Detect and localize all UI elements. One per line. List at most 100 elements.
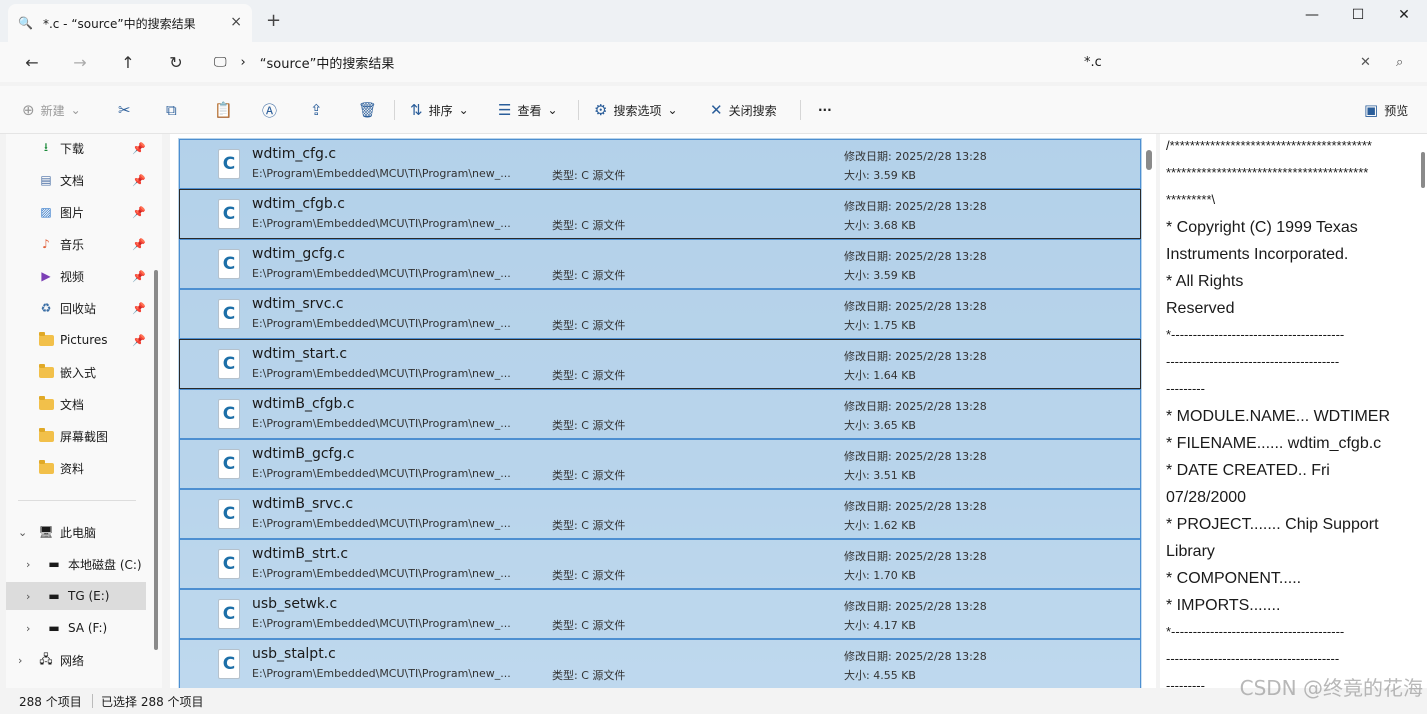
sidebar-item-label: 文档: [60, 173, 85, 188]
file-row[interactable]: CwdtimB_strt.c E:\Program\Embedded\MCU\TI…: [179, 539, 1141, 589]
download-icon: ⭳: [43, 139, 49, 154]
c-file-icon: C: [218, 299, 240, 329]
network-icon: 🖧: [39, 651, 53, 666]
sidebar-item[interactable]: › 🖧 网络: [6, 646, 146, 674]
back-button[interactable]: ←: [20, 50, 44, 74]
clear-search-icon[interactable]: ✕: [1360, 55, 1371, 70]
navigation-pane: ⭳ 下载 📌 ▤ 文档 📌 ▨ 图片 📌 ♪ 音乐 📌 ▶ 视频 📌 ♻ 回收站 📌 Pictures 📌 嵌入式 文档屏…: [6, 134, 162, 688]
share-icon: ⇪: [310, 101, 323, 119]
sidebar-item[interactable]: 屏幕截图: [6, 422, 146, 450]
breadcrumb-location[interactable]: “source”中的搜索结果: [260, 53, 395, 72]
cut-button[interactable]: ✂: [118, 98, 131, 122]
sort-button[interactable]: ⇅ 排序 ⌄: [410, 98, 469, 122]
chevron-down-icon: ⌄: [70, 103, 81, 117]
preview-text-line: Library: [1166, 543, 1215, 560]
sidebar-item-label: 文档: [60, 397, 85, 412]
sidebar-item[interactable]: › ▬ TG (E:): [6, 582, 146, 610]
chevron-right-icon[interactable]: ›: [26, 558, 30, 571]
chevron-down-icon: ⌄: [458, 103, 469, 117]
sidebar-scrollbar[interactable]: [154, 270, 158, 650]
file-row[interactable]: CwdtimB_gcfg.c E:\Program\Embedded\MCU\TI…: [179, 439, 1141, 489]
preview-text-line: ---------: [1166, 678, 1205, 688]
more-options-button[interactable]: ···: [818, 98, 832, 122]
forward-button[interactable]: →: [68, 50, 92, 74]
file-row[interactable]: Cusb_stalpt.c E:\Program\Embedded\MCU\TI\…: [179, 639, 1141, 688]
file-row[interactable]: Cwdtim_cfgb.c E:\Program\Embedded\MCU\TI\…: [179, 189, 1141, 239]
file-path: E:\Program\Embedded\MCU\TI\Program\new_.…: [252, 467, 511, 480]
minimize-button[interactable]: —: [1289, 0, 1335, 30]
search-icon[interactable]: ⌕: [1396, 55, 1403, 70]
sidebar-item[interactable]: 嵌入式: [6, 358, 146, 386]
share-button[interactable]: ⇪: [310, 98, 323, 122]
folder-icon: [38, 331, 54, 348]
close-search-label: 关闭搜索: [728, 103, 777, 118]
sidebar-item[interactable]: › ▬ SA (F:): [6, 614, 146, 642]
sidebar-item[interactable]: ♪ 音乐 📌: [6, 230, 146, 258]
file-row[interactable]: Cwdtim_cfg.c E:\Program\Embedded\MCU\TI\P…: [179, 139, 1141, 189]
sidebar-item[interactable]: 资料: [6, 454, 146, 482]
delete-button[interactable]: 🗑: [358, 98, 377, 122]
preview-scrollbar[interactable]: [1421, 152, 1425, 188]
sidebar-item[interactable]: ♻ 回收站 📌: [6, 294, 146, 322]
file-row[interactable]: Cwdtim_start.c E:\Program\Embedded\MCU\TI…: [179, 339, 1141, 389]
file-row[interactable]: CwdtimB_cfgb.c E:\Program\Embedded\MCU\TI…: [179, 389, 1141, 439]
pin-icon: 📌: [132, 173, 146, 187]
close-window-button[interactable]: ✕: [1381, 0, 1427, 30]
new-button[interactable]: ⊕ 新建 ⌄: [22, 98, 81, 122]
sidebar-item[interactable]: › ▬ 本地磁盘 (C:): [6, 550, 146, 578]
file-modified-date: 修改日期: 2025/2/28 13:28: [844, 450, 987, 463]
sidebar-item[interactable]: 文档: [6, 390, 146, 418]
chevron-down-icon[interactable]: ⌄: [18, 526, 27, 539]
file-size: 大小: 1.70 KB: [844, 569, 916, 582]
selected-count: 已选择 288 个项目: [101, 695, 204, 709]
sidebar-item[interactable]: ▨ 图片 📌: [6, 198, 146, 226]
sidebar-item[interactable]: ▤ 文档 📌: [6, 166, 146, 194]
preview-pane-button[interactable]: ▣ 预览: [1364, 98, 1408, 122]
preview-text-line: 07/28/2000: [1166, 489, 1247, 506]
preview-text-line: ****************************************: [1166, 165, 1369, 180]
up-button[interactable]: ↑: [116, 50, 140, 74]
chevron-down-icon: ⌄: [667, 103, 678, 117]
rename-button[interactable]: Ⓐ: [262, 98, 277, 122]
new-tab-button[interactable]: +: [266, 10, 281, 31]
close-search-button[interactable]: ✕ 关闭搜索: [710, 98, 777, 122]
tab-close-icon[interactable]: ×: [230, 14, 242, 30]
pin-icon: 📌: [132, 237, 146, 251]
chevron-right-icon[interactable]: ›: [18, 654, 22, 667]
file-list-scrollbar[interactable]: [1146, 150, 1152, 170]
file-row[interactable]: Cusb_setwk.c E:\Program\Embedded\MCU\TI\P…: [179, 589, 1141, 639]
search-options-button[interactable]: ⚙ 搜索选项 ⌄: [594, 98, 678, 122]
copy-icon: ⧉: [166, 101, 177, 119]
view-list-icon: ☰: [498, 101, 512, 119]
file-path: E:\Program\Embedded\MCU\TI\Program\new_.…: [252, 617, 511, 630]
tab-search-results[interactable]: 🔍 *.c - “source”中的搜索结果 ×: [8, 4, 252, 42]
file-type: 类型: C 源文件: [552, 219, 626, 232]
copy-button[interactable]: ⧉: [166, 98, 177, 122]
sidebar-item[interactable]: ⭳ 下载 📌: [6, 134, 146, 162]
file-name: wdtimB_strt.c: [252, 546, 349, 562]
chevron-right-icon[interactable]: ›: [26, 622, 30, 635]
file-row[interactable]: CwdtimB_srvc.c E:\Program\Embedded\MCU\TI…: [179, 489, 1141, 539]
file-row[interactable]: Cwdtim_srvc.c E:\Program\Embedded\MCU\TI\…: [179, 289, 1141, 339]
file-size: 大小: 3.59 KB: [844, 269, 916, 282]
preview-text-line: * FILENAME...... wdtim_cfgb.c: [1166, 435, 1382, 452]
sidebar-item[interactable]: Pictures 📌: [6, 326, 146, 354]
sidebar-item[interactable]: ⌄ 🖥 此电脑: [6, 518, 146, 546]
sidebar-item[interactable]: ▶ 视频 📌: [6, 262, 146, 290]
folder-icon: [38, 427, 54, 444]
drive-icon: ▬: [48, 557, 60, 571]
maximize-button[interactable]: ☐: [1335, 0, 1381, 30]
search-input[interactable]: *.c ✕ ⌕: [1080, 50, 1420, 74]
file-modified-date: 修改日期: 2025/2/28 13:28: [844, 400, 987, 413]
paste-button[interactable]: 📋: [214, 98, 233, 122]
file-modified-date: 修改日期: 2025/2/28 13:28: [844, 600, 987, 613]
search-options-label: 搜索选项: [613, 103, 662, 118]
view-button[interactable]: ☰ 查看 ⌄: [498, 98, 558, 122]
breadcrumb[interactable]: 🖵 › “source”中的搜索结果: [214, 50, 394, 74]
file-row[interactable]: Cwdtim_gcfg.c E:\Program\Embedded\MCU\TI\…: [179, 239, 1141, 289]
chevron-right-icon[interactable]: ›: [26, 590, 30, 603]
refresh-button[interactable]: ↻: [164, 50, 188, 74]
file-path: E:\Program\Embedded\MCU\TI\Program\new_.…: [252, 367, 511, 380]
preview-text-line: * IMPORTS.......: [1166, 597, 1281, 614]
file-modified-date: 修改日期: 2025/2/28 13:28: [844, 550, 987, 563]
